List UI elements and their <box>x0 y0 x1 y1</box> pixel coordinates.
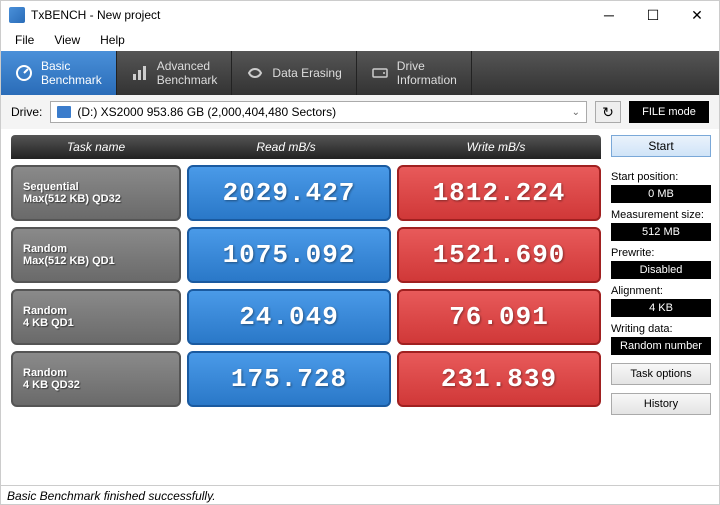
write-value: 1812.224 <box>397 165 601 221</box>
result-row: Random 4 KB QD32 175.728 231.839 <box>11 351 601 407</box>
tab-basic-benchmark[interactable]: BasicBenchmark <box>1 51 117 95</box>
file-mode-button[interactable]: FILE mode <box>629 101 709 123</box>
write-value: 231.839 <box>397 351 601 407</box>
start-position-label: Start position: <box>611 171 711 183</box>
result-row: Random 4 KB QD1 24.049 76.091 <box>11 289 601 345</box>
window-title: TxBENCH - New project <box>31 8 587 22</box>
drive-info-icon <box>371 64 389 82</box>
tab-data-erasing[interactable]: Data Erasing <box>232 51 356 95</box>
read-value: 2029.427 <box>187 165 391 221</box>
close-button[interactable]: ✕ <box>675 1 719 29</box>
drive-value: (D:) XS2000 953.86 GB (2,000,404,480 Sec… <box>77 105 336 119</box>
task-sequential-qd32[interactable]: Sequential Max(512 KB) QD32 <box>11 165 181 221</box>
menu-help[interactable]: Help <box>92 31 133 49</box>
read-value: 24.049 <box>187 289 391 345</box>
alignment-label: Alignment: <box>611 285 711 297</box>
header-task: Task name <box>11 135 181 159</box>
task-random-4kb-qd32[interactable]: Random 4 KB QD32 <box>11 351 181 407</box>
results-header: Task name Read mB/s Write mB/s <box>11 135 601 159</box>
menu-bar: File View Help <box>1 29 719 51</box>
chart-icon <box>131 64 149 82</box>
minimize-button[interactable]: ─ <box>587 1 631 29</box>
write-value: 1521.690 <box>397 227 601 283</box>
reload-icon: ↻ <box>602 104 614 121</box>
drive-label: Drive: <box>11 105 42 119</box>
write-value: 76.091 <box>397 289 601 345</box>
status-bar: Basic Benchmark finished successfully. <box>1 485 719 505</box>
erase-icon <box>246 64 264 82</box>
start-position-value[interactable]: 0 MB <box>611 185 711 203</box>
app-icon <box>9 7 25 23</box>
reload-button[interactable]: ↻ <box>595 101 621 123</box>
header-read: Read mB/s <box>181 135 391 159</box>
read-value: 1075.092 <box>187 227 391 283</box>
benchmark-icon <box>15 64 33 82</box>
measurement-size-label: Measurement size: <box>611 209 711 221</box>
alignment-value[interactable]: 4 KB <box>611 299 711 317</box>
writing-data-value[interactable]: Random number <box>611 337 711 355</box>
menu-view[interactable]: View <box>46 31 88 49</box>
drive-icon <box>57 106 71 118</box>
header-write: Write mB/s <box>391 135 601 159</box>
result-row: Sequential Max(512 KB) QD32 2029.427 181… <box>11 165 601 221</box>
drive-selector-row: Drive: (D:) XS2000 953.86 GB (2,000,404,… <box>1 95 719 129</box>
main-tabs: BasicBenchmark AdvancedBenchmark Data Er… <box>1 51 719 95</box>
result-row: Random Max(512 KB) QD1 1075.092 1521.690 <box>11 227 601 283</box>
results-panel: Task name Read mB/s Write mB/s Sequentia… <box>1 129 611 485</box>
menu-file[interactable]: File <box>7 31 42 49</box>
side-panel: Start Start position: 0 MB Measurement s… <box>611 129 719 485</box>
writing-data-label: Writing data: <box>611 323 711 335</box>
drive-select[interactable]: (D:) XS2000 953.86 GB (2,000,404,480 Sec… <box>50 101 587 123</box>
read-value: 175.728 <box>187 351 391 407</box>
start-button[interactable]: Start <box>611 135 711 157</box>
tab-drive-information[interactable]: DriveInformation <box>357 51 472 95</box>
task-options-button[interactable]: Task options <box>611 363 711 385</box>
window-titlebar: TxBENCH - New project ─ ☐ ✕ <box>1 1 719 29</box>
prewrite-label: Prewrite: <box>611 247 711 259</box>
task-random-4kb-qd1[interactable]: Random 4 KB QD1 <box>11 289 181 345</box>
prewrite-value[interactable]: Disabled <box>611 261 711 279</box>
maximize-button[interactable]: ☐ <box>631 1 675 29</box>
tab-advanced-benchmark[interactable]: AdvancedBenchmark <box>117 51 233 95</box>
measurement-size-value[interactable]: 512 MB <box>611 223 711 241</box>
task-random-512-qd1[interactable]: Random Max(512 KB) QD1 <box>11 227 181 283</box>
chevron-down-icon: ⌄ <box>572 107 580 118</box>
history-button[interactable]: History <box>611 393 711 415</box>
